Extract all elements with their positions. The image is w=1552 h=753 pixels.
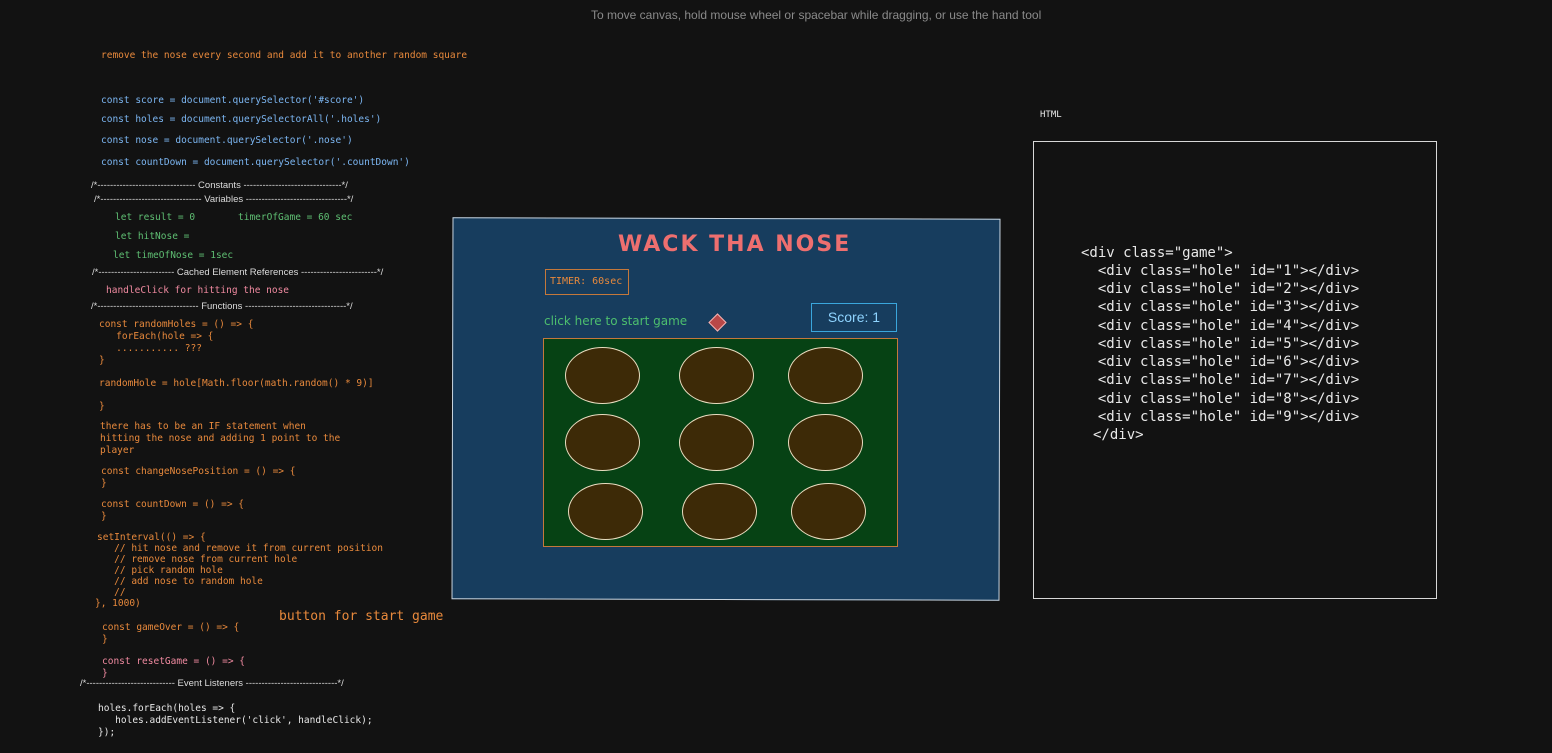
note-change-nose-1: const changeNosePosition = () => { (101, 466, 296, 477)
note-random-holes-4: } (99, 355, 105, 366)
hole-5[interactable] (679, 414, 754, 471)
note-if-statement-3: player (100, 445, 135, 456)
note-let-result: let result = 0 (115, 212, 196, 223)
start-game-link[interactable]: click here to start game (544, 314, 687, 328)
note-const-nose: const nose = document.querySelector('.no… (101, 135, 353, 146)
note-listener-1: holes.forEach(holes => { (98, 703, 236, 714)
canvas-hint: To move canvas, hold mouse wheel or spac… (591, 8, 1042, 22)
game-title: WACK THA NOSE (618, 232, 852, 257)
note-random-hole: randomHole = hole[Math.floor(math.random… (99, 378, 374, 389)
html-code-line: <div class="hole" id="3"></div> (1081, 299, 1360, 315)
note-random-holes-3: ........... ??? (99, 343, 202, 354)
html-code-line: <div class="game"> (1081, 245, 1233, 261)
hole-6[interactable] (788, 414, 863, 471)
score-display: Score: 1 (811, 303, 897, 332)
note-const-countdown: const countDown = document.querySelector… (101, 157, 410, 168)
game-board (543, 338, 898, 547)
hole-3[interactable] (788, 347, 863, 404)
html-code-line: <div class="hole" id="4"></div> (1081, 318, 1360, 334)
note-interval-7: }, 1000) (95, 598, 141, 609)
note-interval-6: // (97, 587, 126, 598)
note-remove-nose: remove the nose every second and add it … (101, 50, 468, 61)
separator-event-listeners: /*---------------------------- Event Lis… (80, 678, 344, 689)
hole-2[interactable] (679, 347, 754, 404)
note-countdown-1: const countDown = () => { (101, 499, 244, 510)
html-code-line: <div class="hole" id="5"></div> (1081, 336, 1360, 352)
note-start-button: button for start game (279, 609, 444, 624)
hole-9[interactable] (791, 483, 866, 540)
note-random-holes-2: forEach(hole => { (99, 331, 214, 342)
hole-7[interactable] (568, 483, 643, 540)
note-listener-2: holes.addEventListener('click', handleCl… (98, 715, 373, 726)
note-close-brace: } (99, 401, 105, 412)
html-code-line: <div class="hole" id="2"></div> (1081, 281, 1360, 297)
separator-functions: /*-------------------------------- Funct… (91, 301, 353, 312)
note-listener-3: }); (98, 727, 116, 738)
html-code-line: <div class="hole" id="6"></div> (1081, 354, 1360, 370)
html-code-line: </div> (1093, 427, 1144, 443)
note-reset-game-1: const resetGame = () => { (102, 656, 245, 667)
note-if-statement-2: hitting the nose and adding 1 point to t… (100, 433, 341, 444)
note-game-over-1: const gameOver = () => { (102, 622, 240, 633)
note-change-nose-2: } (101, 478, 107, 489)
note-if-statement-1: there has to be an IF statement when (100, 421, 306, 432)
note-interval-2: // hit nose and remove it from current p… (97, 543, 383, 554)
note-interval-4: // pick random hole (97, 565, 223, 576)
html-code-line: <div class="hole" id="7"></div> (1081, 372, 1360, 388)
note-interval-5: // add nose to random hole (97, 576, 263, 587)
note-countdown-2: } (101, 511, 107, 522)
separator-cached-elements: /*------------------------ Cached Elemen… (92, 267, 384, 278)
note-handle-click: handleClick for hitting the nose (106, 285, 290, 296)
note-const-holes: const holes = document.querySelectorAll(… (101, 114, 382, 125)
note-interval-3: // remove nose from current hole (97, 554, 298, 565)
note-let-hitnose: let hitNose = (115, 231, 190, 242)
separator-constants: /*------------------------------- Consta… (91, 180, 348, 191)
note-const-score: const score = document.querySelector('#s… (101, 95, 365, 106)
timer-display: TIMER: 60sec (545, 269, 629, 295)
hole-1[interactable] (565, 347, 640, 404)
html-panel-label: HTML (1040, 110, 1062, 120)
hole-4[interactable] (565, 414, 640, 471)
html-code-line: <div class="hole" id="8"></div> (1081, 391, 1360, 407)
note-game-over-2: } (102, 634, 108, 645)
html-code-line: <div class="hole" id="9"></div> (1081, 409, 1360, 425)
note-let-timeofnose: let timeOfNose = 1sec (113, 250, 234, 261)
separator-variables: /*-------------------------------- Varia… (94, 194, 354, 205)
hole-8[interactable] (682, 483, 757, 540)
note-timer-of-game: timerOfGame = 60 sec (238, 212, 353, 223)
html-code-line: <div class="hole" id="1"></div> (1081, 263, 1360, 279)
note-interval-1: setInterval(() => { (97, 532, 206, 543)
note-random-holes-1: const randomHoles = () => { (99, 319, 254, 330)
